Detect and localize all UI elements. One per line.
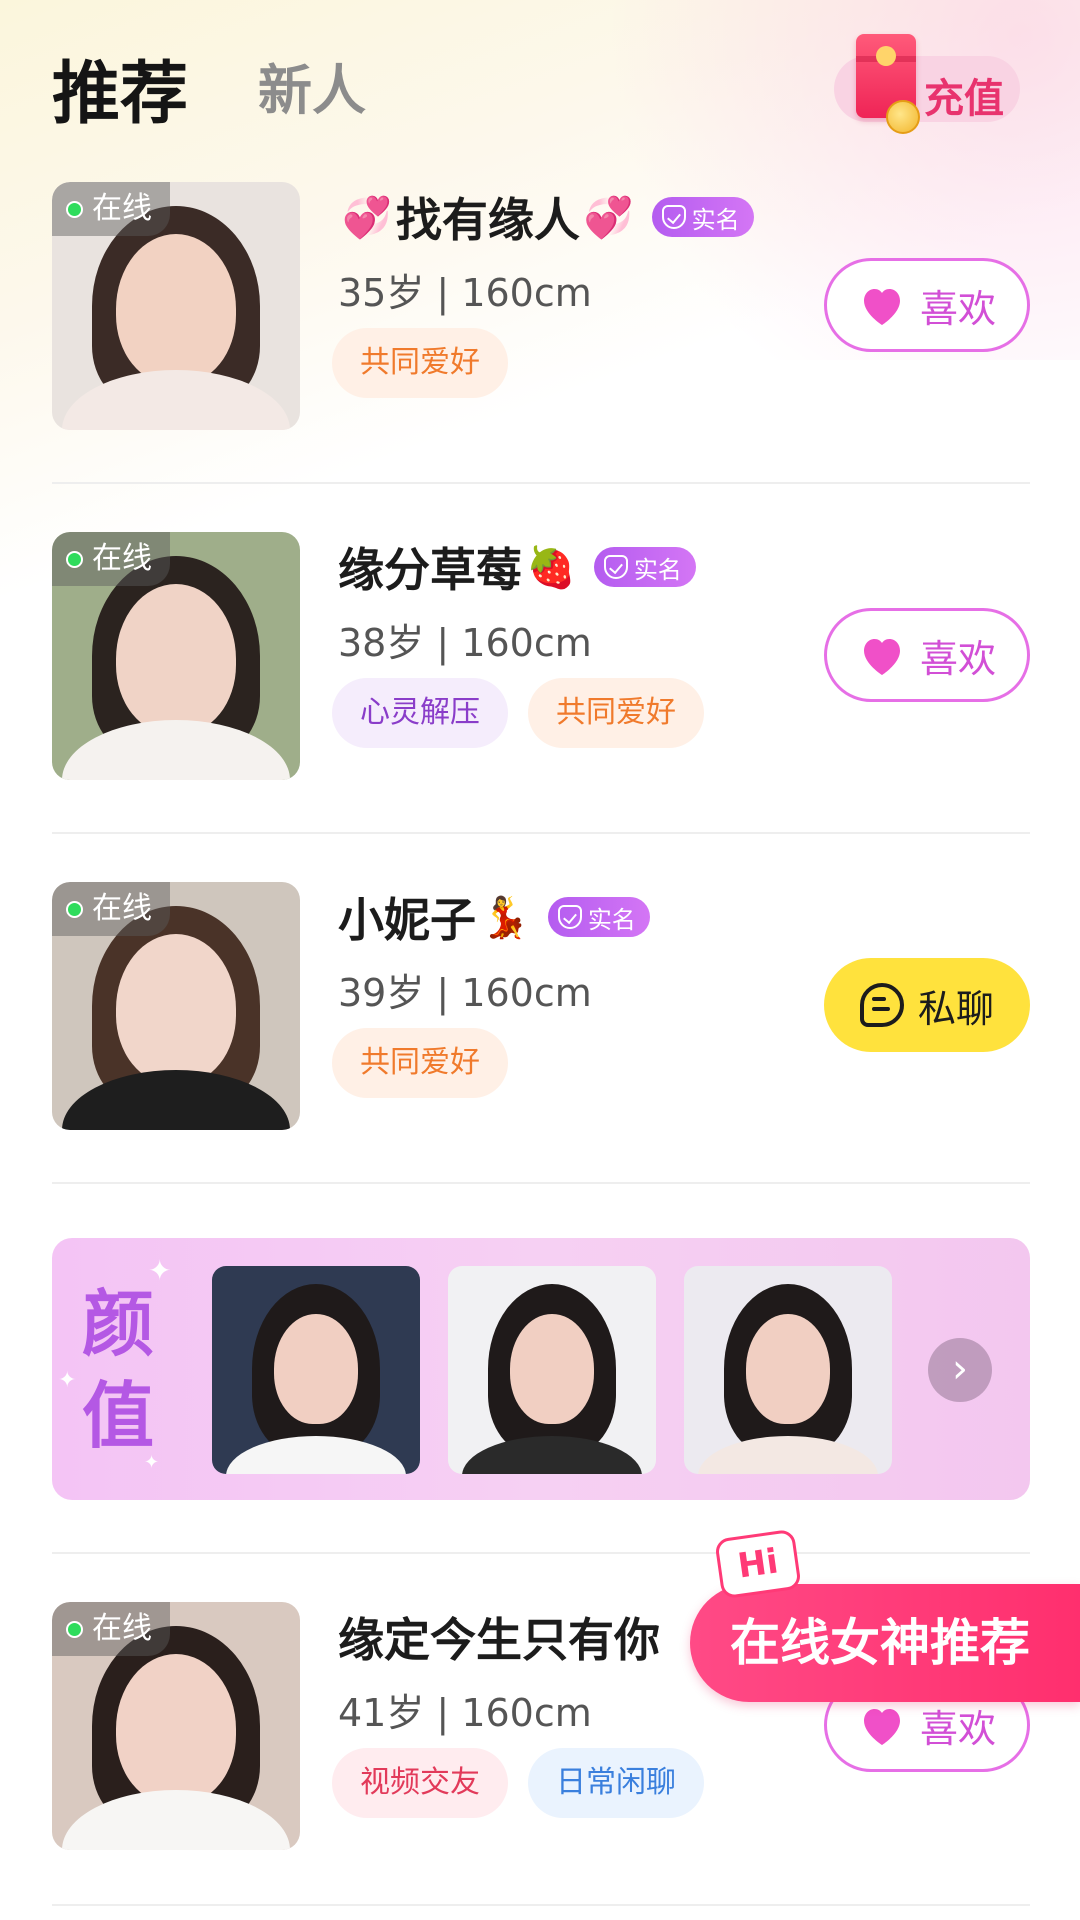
- interest-tag: 共同爱好: [332, 328, 508, 398]
- hi-bubble-icon: Hi: [714, 1528, 802, 1600]
- heart-icon: [863, 1709, 900, 1745]
- verified-badge: 实名: [547, 897, 650, 937]
- online-dot-icon: [66, 201, 83, 218]
- banner-photo[interactable]: [684, 1266, 892, 1474]
- profile-name: 缘定今生只有你: [338, 1613, 660, 1667]
- online-dot-icon: [66, 901, 83, 918]
- interest-tag: 视频交友: [332, 1748, 508, 1818]
- interest-tag: 共同爱好: [332, 1028, 508, 1098]
- shield-check-icon: [557, 905, 582, 929]
- banner-photo[interactable]: [212, 1266, 420, 1474]
- interest-tag: 心灵解压: [332, 678, 508, 748]
- recharge-label: 充值: [924, 76, 1004, 122]
- shield-check-icon: [603, 555, 628, 579]
- heart-icon: [863, 289, 900, 325]
- online-label: 在线: [92, 1611, 152, 1646]
- tag-list: 视频交友 日常闲聊: [332, 1748, 704, 1818]
- like-label: 喜欢: [919, 1706, 996, 1751]
- online-dot-icon: [66, 1621, 83, 1638]
- promo-label: 在线女神推荐: [730, 1614, 1030, 1672]
- header: 推荐 新人 充值: [0, 0, 1080, 180]
- verified-label: 实名: [633, 555, 682, 584]
- hearts-emoji-icon: 💞: [583, 194, 634, 241]
- name-row: 缘定今生只有你: [338, 1606, 660, 1668]
- online-badge: 在线: [52, 1602, 170, 1656]
- divider: [52, 1182, 1030, 1184]
- online-label: 在线: [92, 541, 152, 576]
- tag-list: 共同爱好: [332, 1028, 508, 1098]
- profile-photo[interactable]: 在线: [52, 1602, 300, 1850]
- private-chat-button[interactable]: 私聊: [824, 958, 1030, 1052]
- verified-badge: 实名: [593, 547, 696, 587]
- tag-list: 心灵解压 共同爱好: [332, 678, 704, 748]
- tab-new[interactable]: 新人: [258, 46, 366, 125]
- verified-badge: 实名: [651, 197, 754, 237]
- verified-label: 实名: [691, 205, 740, 234]
- beauty-banner[interactable]: ✦ ✦ ✦ 颜 值 ›: [52, 1238, 1030, 1500]
- like-button[interactable]: 喜欢: [824, 258, 1030, 352]
- divider: [52, 1552, 1030, 1554]
- shield-check-icon: [661, 205, 686, 229]
- hearts-emoji-icon: 💞: [342, 194, 392, 241]
- divider: [52, 1904, 1030, 1906]
- banner-photo[interactable]: [448, 1266, 656, 1474]
- profile-photo[interactable]: 在线: [52, 182, 300, 430]
- banner-title: 颜 值: [78, 1278, 158, 1462]
- chevron-right-icon[interactable]: ›: [928, 1338, 992, 1402]
- strawberry-emoji-icon: 🍓: [526, 544, 576, 591]
- online-label: 在线: [92, 191, 152, 226]
- online-dot-icon: [66, 551, 83, 568]
- profile-info: 35岁 | 160cm: [338, 271, 592, 315]
- tag-list: 共同爱好: [332, 328, 508, 398]
- profile-card[interactable]: 在线 💞 找有缘人 💞 实名 35岁 | 160cm 共同爱好 喜欢: [52, 182, 1030, 432]
- profile-photo[interactable]: 在线: [52, 532, 300, 780]
- name-row: 💞 找有缘人 💞 实名: [338, 186, 754, 248]
- profile-card[interactable]: 在线 缘分草莓 🍓 实名 38岁 | 160cm 心灵解压 共同爱好 喜欢: [52, 532, 1030, 782]
- sparkle-icon: ✦: [58, 1368, 77, 1393]
- profile-info: 38岁 | 160cm: [338, 621, 592, 665]
- like-label: 喜欢: [919, 636, 996, 681]
- profile-photo[interactable]: 在线: [52, 882, 300, 1130]
- online-badge: 在线: [52, 182, 170, 236]
- profile-info: 41岁 | 160cm: [338, 1691, 592, 1735]
- recharge-button[interactable]: 充值: [834, 34, 1020, 134]
- chat-bubble-icon: [859, 983, 904, 1027]
- divider: [52, 832, 1030, 834]
- profile-info: 39岁 | 160cm: [338, 971, 592, 1015]
- profile-name: 找有缘人: [395, 193, 580, 247]
- profile-name: 小妮子: [338, 893, 476, 947]
- profile-card[interactable]: 在线 小妮子 💃 实名 39岁 | 160cm 共同爱好 私聊: [52, 882, 1030, 1132]
- online-label: 在线: [92, 891, 152, 926]
- name-row: 小妮子 💃 实名: [338, 886, 650, 948]
- heart-icon: [863, 639, 900, 675]
- like-button[interactable]: 喜欢: [824, 608, 1030, 702]
- dancer-emoji-icon: 💃: [480, 894, 530, 941]
- verified-label: 实名: [587, 905, 636, 934]
- banner-title-line: 值: [81, 1374, 154, 1458]
- tab-recommend[interactable]: 推荐: [52, 38, 188, 137]
- interest-tag: 日常闲聊: [528, 1748, 704, 1818]
- name-row: 缘分草莓 🍓 实名: [338, 536, 696, 598]
- like-label: 喜欢: [919, 286, 996, 331]
- online-badge: 在线: [52, 532, 170, 586]
- online-goddess-promo[interactable]: 在线女神推荐: [690, 1584, 1080, 1702]
- profile-name: 缘分草莓: [338, 543, 522, 597]
- online-badge: 在线: [52, 882, 170, 936]
- chat-label: 私聊: [917, 986, 994, 1031]
- coin-icon: [886, 100, 920, 134]
- interest-tag: 共同爱好: [528, 678, 704, 748]
- banner-title-line: 颜: [81, 1282, 154, 1366]
- divider: [52, 482, 1030, 484]
